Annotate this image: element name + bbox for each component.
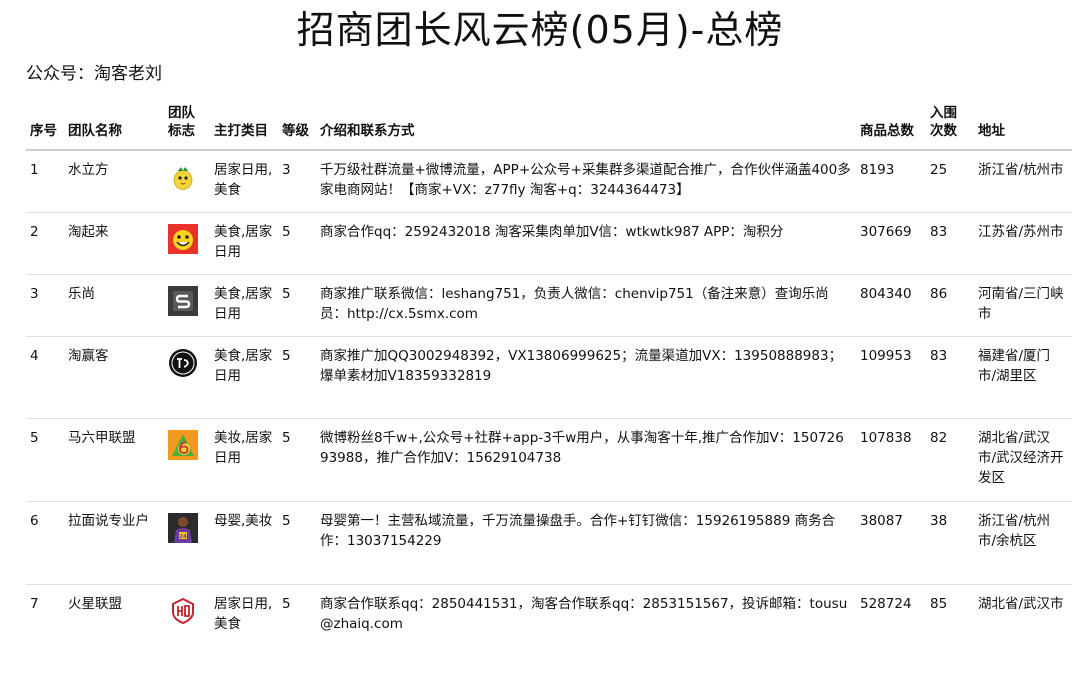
cell-logo [164, 418, 210, 502]
cell-intro: 母婴第一！主营私域流量，千万流量操盘手。合作+钉钉微信：15926195889 … [316, 501, 856, 585]
svg-text:24: 24 [179, 534, 187, 540]
cell-rank: 3 [26, 274, 64, 337]
cell-category: 美食,居家日用 [210, 212, 278, 275]
cell-rank: 6 [26, 501, 64, 585]
orange-six-logo-icon [168, 430, 198, 460]
cell-level: 5 [278, 274, 316, 337]
cell-intro: 商家推广加QQ3002948392，VX13806999625；流量渠道加VX：… [316, 336, 856, 419]
cell-address: 浙江省/杭州市 [974, 150, 1072, 213]
cell-category: 美妆,居家日用 [210, 418, 278, 502]
black-circle-logo-icon [168, 348, 198, 378]
cell-entries: 83 [926, 212, 974, 275]
cell-address: 江苏省/苏州市 [974, 212, 1072, 275]
cell-logo [164, 212, 210, 275]
cell-address: 福建省/厦门市/湖里区 [974, 336, 1072, 419]
cell-category: 居家日用,美食 [210, 150, 278, 213]
cell-rank: 7 [30, 596, 39, 612]
cell-intro: 商家推广联系微信：leshang751，负责人微信：chenvip751（备注来… [316, 274, 856, 337]
table-row: 7 火星联盟 居家日用,美食 5 商家合作联系qq：2850441531，淘客合… [26, 585, 1072, 655]
yellow-bird-logo-icon [168, 162, 198, 192]
cell-rank: 2 [26, 212, 64, 275]
cell-level: 5 [282, 596, 291, 612]
col-header-logo: 团队标志 [164, 104, 210, 151]
cell-logo [164, 585, 210, 655]
cell-intro: 微博粉丝8千w+,公众号+社群+app-3千w用户，从事淘客十年,推广合作加V：… [316, 418, 856, 502]
cell-category: 母婴,美妆 [210, 501, 278, 585]
col-header-intro: 介绍和联系方式 [316, 104, 856, 151]
table-row: 2 淘起来 美食,居家日用 5 商家合作qq：2592432018 淘客采集肉单… [26, 212, 1072, 275]
cell-goods-count: 804340 [856, 274, 926, 337]
cell-level: 5 [278, 418, 316, 502]
cell-goods-count: 38087 [856, 501, 926, 585]
cell-team-name: 乐尚 [64, 274, 164, 337]
table-row: 4 淘赢客 美食,居家日用 5 商家推广加QQ3002948392，VX1380… [26, 336, 1072, 419]
red-smiley-logo-icon [168, 224, 198, 254]
table-row: 3 乐尚 美食,居家日用 5 商家推广联系微信：leshang751，负责人微信… [26, 274, 1072, 337]
col-header-goods: 商品总数 [856, 104, 926, 151]
cell-team-name: 火星联盟 [68, 596, 122, 612]
table-row: 1 水立方 居家日用,美食 3 千万级社群流量+微博流量，APP+公众号+采集群… [26, 150, 1072, 213]
col-header-rank: 序号 [26, 104, 64, 151]
cell-goods-count: 8193 [856, 150, 926, 213]
cell-level: 5 [278, 212, 316, 275]
cell-entries: 86 [926, 274, 974, 337]
cell-rank: 5 [26, 418, 64, 502]
cell-intro: 千万级社群流量+微博流量，APP+公众号+采集群多渠道配合推广，合作伙伴涵盖40… [316, 150, 856, 213]
cell-level: 5 [278, 501, 316, 585]
page-title: 招商团长风云榜(05月)-总榜 [296, 8, 784, 52]
table-row: 6 拉面说专业户 24 母婴,美妆 5 母婴第一！主营私域流量，千万流量操盘手。… [26, 501, 1072, 585]
cell-logo: 24 [164, 501, 210, 585]
red-emblem-logo-icon [168, 596, 198, 626]
cell-team-name: 淘赢客 [64, 336, 164, 419]
cell-entries: 25 [926, 150, 974, 213]
cell-entries: 83 [926, 336, 974, 419]
cell-level: 5 [278, 336, 316, 419]
cell-entries: 38 [926, 501, 974, 585]
table-row: 5 马六甲联盟 美妆,居家日用 5 微博粉丝8千w+,公众号+社群+app-3千… [26, 418, 1072, 502]
cell-logo [164, 336, 210, 419]
cell-goods-count: 109953 [856, 336, 926, 419]
cell-goods-count: 107838 [856, 418, 926, 502]
col-header-name: 团队名称 [64, 104, 164, 151]
cell-category: 美食,居家日用 [210, 336, 278, 419]
cell-logo [164, 150, 210, 213]
cell-category: 美食,居家日用 [210, 274, 278, 337]
cell-category: 居家日用,美食 [214, 596, 273, 632]
cell-address: 湖北省/武汉市/武汉经济开发区 [974, 418, 1072, 502]
cell-goods-count: 528724 [860, 596, 912, 612]
cell-intro: 商家合作联系qq：2850441531，淘客合作联系qq：2853151567，… [320, 596, 848, 632]
cell-level: 3 [278, 150, 316, 213]
cell-address: 湖北省/武汉市 [978, 596, 1064, 612]
cell-team-name: 水立方 [64, 150, 164, 213]
cell-entries: 82 [926, 418, 974, 502]
cell-address: 河南省/三门峡市 [974, 274, 1072, 337]
col-header-category: 主打类目 [210, 104, 278, 151]
cell-team-name: 马六甲联盟 [64, 418, 164, 502]
cell-entries: 85 [930, 596, 948, 612]
cell-goods-count: 307669 [856, 212, 926, 275]
col-header-level: 等级 [278, 104, 316, 151]
ranking-table: 序号 团队名称 团队标志 主打类目 等级 介绍和联系方式 商品总数 入围次数 地… [26, 104, 1072, 654]
grey-s-logo-icon [168, 286, 198, 316]
col-header-address: 地址 [974, 104, 1072, 151]
cell-team-name: 拉面说专业户 [64, 501, 164, 585]
cell-address: 浙江省/杭州市/余杭区 [974, 501, 1072, 585]
table-header-row: 序号 团队名称 团队标志 主打类目 等级 介绍和联系方式 商品总数 入围次数 地… [26, 104, 1072, 151]
cell-intro: 商家合作qq：2592432018 淘客采集肉单加V信：wtkwtk987 AP… [316, 212, 856, 275]
col-header-entries: 入围次数 [926, 104, 974, 151]
player-photo-logo-icon: 24 [168, 513, 198, 543]
cell-rank: 4 [26, 336, 64, 419]
cell-logo [164, 274, 210, 337]
page-subtitle: 公众号：淘客老刘 [26, 64, 162, 84]
cell-rank: 1 [26, 150, 64, 213]
cell-team-name: 淘起来 [64, 212, 164, 275]
